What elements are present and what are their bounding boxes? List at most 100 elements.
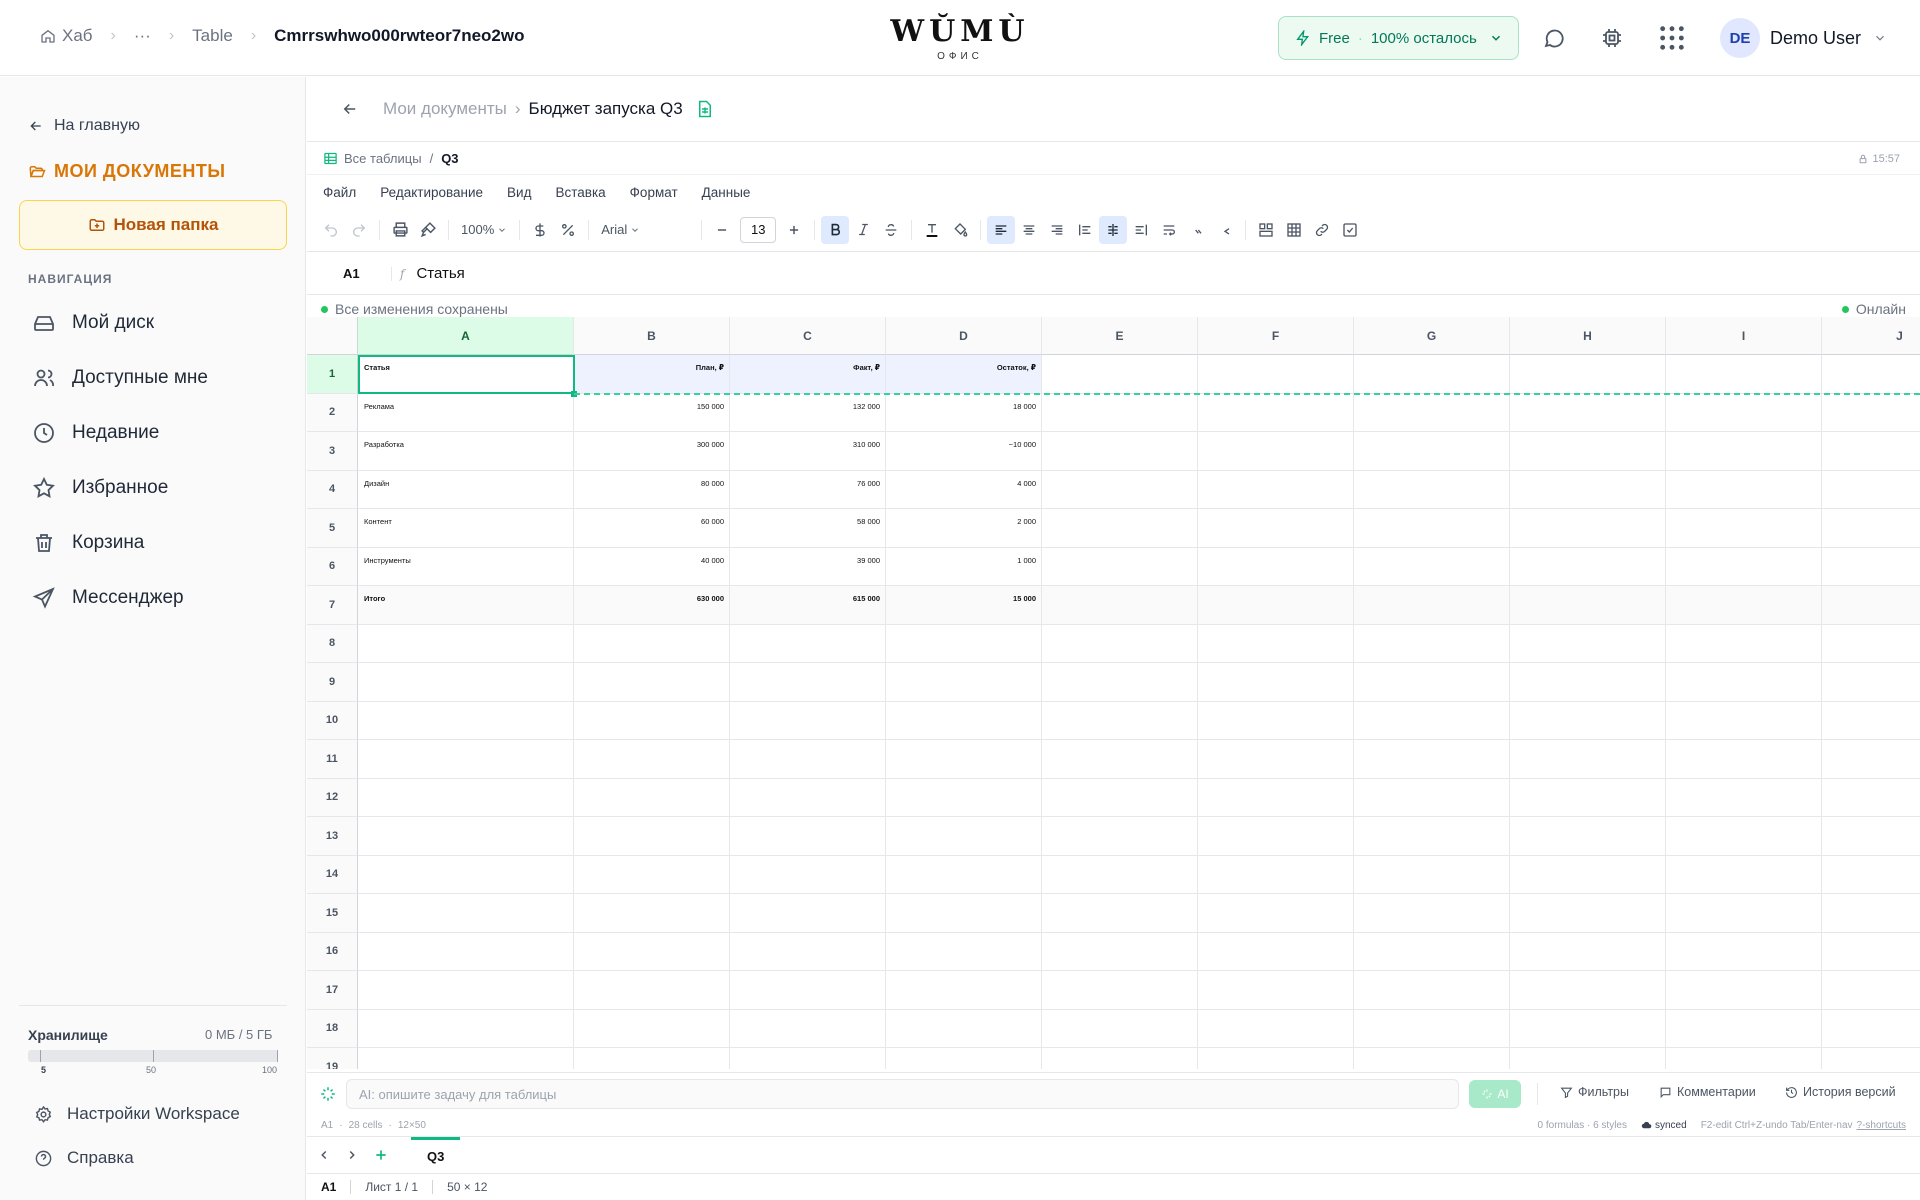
empty-cell[interactable]: [1042, 855, 1198, 894]
data-cell[interactable]: Остаток, ₽: [886, 355, 1042, 394]
wrap-text-icon[interactable]: [1155, 216, 1183, 244]
empty-cell[interactable]: [1198, 547, 1354, 586]
undo-icon[interactable]: [317, 216, 345, 244]
empty-cell[interactable]: [1354, 971, 1510, 1010]
empty-cell[interactable]: [730, 932, 886, 971]
empty-cell[interactable]: [1354, 355, 1510, 394]
row-header[interactable]: 12: [307, 778, 358, 817]
empty-cell[interactable]: [1666, 586, 1822, 625]
data-cell[interactable]: 310 000: [730, 432, 886, 471]
empty-cell[interactable]: [1822, 740, 1920, 779]
redo-icon[interactable]: [345, 216, 373, 244]
data-cell[interactable]: 39 000: [730, 547, 886, 586]
menu-data[interactable]: Данные: [702, 185, 751, 200]
comments-button[interactable]: Комментарии: [1659, 1085, 1756, 1099]
empty-cell[interactable]: [1354, 855, 1510, 894]
empty-cell[interactable]: [1354, 1048, 1510, 1069]
empty-cell[interactable]: [1510, 432, 1666, 471]
data-cell[interactable]: 2 000: [886, 509, 1042, 548]
empty-cell[interactable]: [574, 1009, 730, 1048]
empty-cell[interactable]: [1042, 663, 1198, 702]
empty-cell[interactable]: [1042, 470, 1198, 509]
empty-cell[interactable]: [1510, 586, 1666, 625]
empty-cell[interactable]: [1666, 740, 1822, 779]
empty-cell[interactable]: [1666, 663, 1822, 702]
back-arrow-icon[interactable]: [341, 100, 359, 118]
row-header[interactable]: 13: [307, 817, 358, 856]
empty-cell[interactable]: [1666, 971, 1822, 1010]
empty-cell[interactable]: [1666, 470, 1822, 509]
row-header[interactable]: 6: [307, 547, 358, 586]
row-header[interactable]: 7: [307, 586, 358, 625]
decrease-font-icon[interactable]: [708, 216, 736, 244]
data-cell[interactable]: План, ₽: [574, 355, 730, 394]
empty-cell[interactable]: [1510, 470, 1666, 509]
sidebar-item-my-drive[interactable]: Мой диск: [32, 311, 154, 335]
data-cell[interactable]: 18 000: [886, 393, 1042, 432]
empty-cell[interactable]: [1822, 1010, 1920, 1048]
empty-cell[interactable]: [1822, 394, 1920, 432]
empty-cell[interactable]: [1666, 1009, 1822, 1048]
empty-cell[interactable]: [358, 932, 574, 971]
empty-cell[interactable]: [1666, 817, 1822, 856]
empty-cell[interactable]: [358, 701, 574, 740]
row-header[interactable]: 19: [307, 1048, 358, 1069]
row-header[interactable]: 11: [307, 740, 358, 779]
empty-cell[interactable]: [358, 894, 574, 933]
empty-cell[interactable]: [1042, 355, 1198, 394]
data-cell[interactable]: Итого: [358, 586, 574, 625]
empty-cell[interactable]: [1666, 894, 1822, 933]
empty-cell[interactable]: [358, 855, 574, 894]
empty-cell[interactable]: [1822, 856, 1920, 894]
sidebar-item-favorites[interactable]: Избранное: [32, 476, 168, 500]
menu-edit[interactable]: Редактирование: [380, 185, 483, 200]
empty-cell[interactable]: [1666, 624, 1822, 663]
column-header[interactable]: J: [1822, 317, 1920, 355]
empty-cell[interactable]: [1042, 624, 1198, 663]
settings-link[interactable]: Настройки Workspace: [34, 1104, 240, 1124]
column-header[interactable]: H: [1510, 317, 1666, 355]
empty-cell[interactable]: [1510, 701, 1666, 740]
empty-cell[interactable]: [1510, 740, 1666, 779]
checkbox-icon[interactable]: [1336, 216, 1364, 244]
empty-cell[interactable]: [730, 1009, 886, 1048]
empty-cell[interactable]: [886, 624, 1042, 663]
valign-middle-icon[interactable]: [1099, 215, 1128, 244]
empty-cell[interactable]: [1042, 740, 1198, 779]
empty-cell[interactable]: [1198, 586, 1354, 625]
column-header[interactable]: E: [1042, 317, 1198, 355]
menu-file[interactable]: Файл: [323, 185, 356, 200]
data-cell[interactable]: 300 000: [574, 432, 730, 471]
data-cell[interactable]: Контент: [358, 509, 574, 548]
empty-cell[interactable]: [730, 1048, 886, 1069]
empty-cell[interactable]: [1042, 586, 1198, 625]
empty-cell[interactable]: [1510, 355, 1666, 394]
empty-cell[interactable]: [358, 778, 574, 817]
valign-bottom-icon[interactable]: [1127, 216, 1155, 244]
data-cell[interactable]: 60 000: [574, 509, 730, 548]
formula-input[interactable]: Статья: [416, 265, 464, 282]
menu-insert[interactable]: Вставка: [555, 185, 605, 200]
empty-cell[interactable]: [358, 624, 574, 663]
empty-cell[interactable]: [1042, 509, 1198, 548]
empty-cell[interactable]: [730, 855, 886, 894]
row-header[interactable]: 8: [307, 624, 358, 663]
empty-cell[interactable]: [358, 1009, 574, 1048]
empty-cell[interactable]: [1822, 1048, 1920, 1069]
spreadsheet-grid[interactable]: A B C D E F G H I J 1 Статья План, ₽ Факт, ₽ Остаток, …: [307, 317, 1920, 1069]
empty-cell[interactable]: [1198, 393, 1354, 432]
breadcrumb-hub[interactable]: Хаб: [62, 26, 93, 46]
empty-cell[interactable]: [886, 663, 1042, 702]
breadcrumb-more[interactable]: ···: [134, 26, 151, 46]
empty-cell[interactable]: [1198, 778, 1354, 817]
new-folder-button[interactable]: Новая папка: [19, 200, 287, 250]
row-header[interactable]: 4: [307, 470, 358, 509]
empty-cell[interactable]: [358, 740, 574, 779]
sidebar-item-shared[interactable]: Доступные мне: [32, 366, 208, 390]
empty-cell[interactable]: [1510, 778, 1666, 817]
chevron-right-icon[interactable]: [345, 1148, 359, 1162]
back-home-link[interactable]: На главную: [28, 117, 140, 135]
history-button[interactable]: История версий: [1785, 1085, 1896, 1099]
empty-cell[interactable]: [1198, 855, 1354, 894]
empty-cell[interactable]: [1198, 817, 1354, 856]
